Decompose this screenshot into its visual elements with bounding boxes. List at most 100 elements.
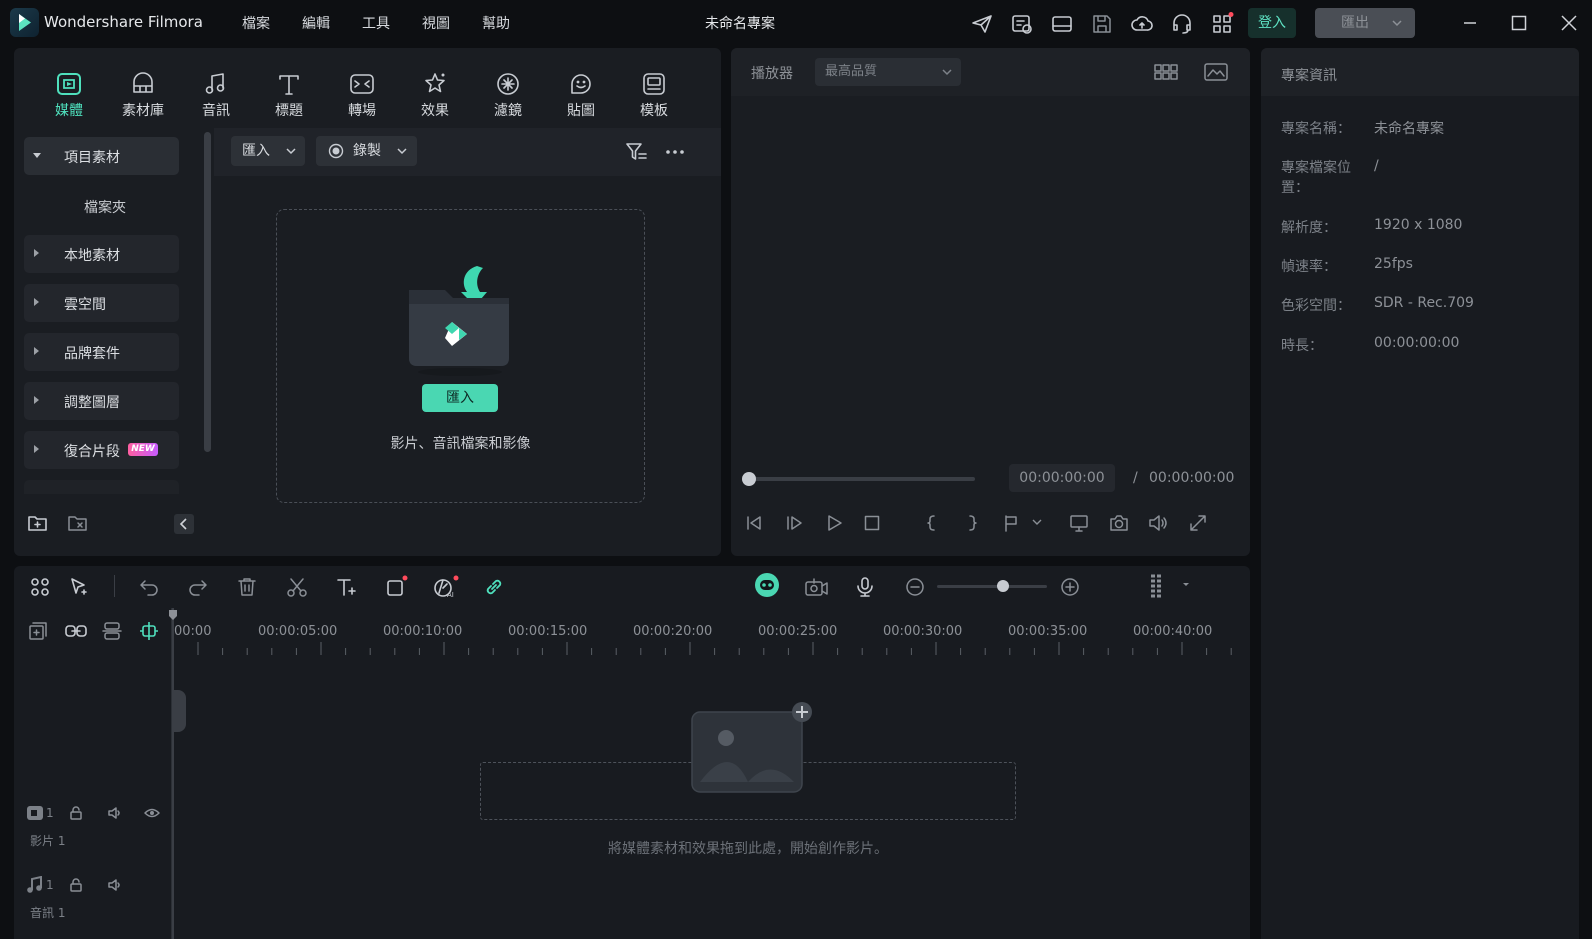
apps-grid-icon[interactable] bbox=[1210, 12, 1234, 36]
add-marker-icon[interactable] bbox=[1001, 512, 1023, 534]
support-headset-icon[interactable] bbox=[1170, 12, 1194, 36]
track-resize-handle[interactable] bbox=[172, 690, 186, 732]
link-icon[interactable] bbox=[482, 575, 506, 599]
tab-transitions-label: 轉場 bbox=[348, 103, 376, 119]
timeline-ruler[interactable]: 00:00 00:00:05:00 00:00:10:00 00:00:15:0… bbox=[174, 608, 1250, 660]
record-dropdown[interactable]: 錄製 bbox=[316, 136, 417, 166]
snap-magnet-icon[interactable] bbox=[138, 620, 160, 642]
zoom-slider-track[interactable] bbox=[937, 585, 1047, 588]
eye-visibility-icon[interactable] bbox=[144, 805, 160, 821]
sidebar-item-adjustment-layer[interactable]: 調整圖層 bbox=[24, 382, 179, 420]
tab-transitions[interactable]: 轉場 bbox=[331, 70, 393, 120]
undo-icon[interactable] bbox=[137, 575, 161, 599]
snapshot-image-icon[interactable] bbox=[1203, 61, 1229, 83]
lock-track-icon[interactable] bbox=[68, 805, 84, 821]
select-tool-icon[interactable] bbox=[67, 575, 91, 599]
stop-icon[interactable] bbox=[861, 512, 883, 534]
tab-templates[interactable]: 模板 bbox=[623, 70, 685, 120]
zoom-out-icon[interactable] bbox=[903, 575, 927, 599]
layout-icon[interactable] bbox=[1050, 12, 1074, 36]
ruler-label: 00:00:10:00 bbox=[383, 624, 463, 639]
transition-icon bbox=[350, 74, 374, 94]
auto-reframe-icon[interactable] bbox=[803, 575, 829, 599]
chevron-down-icon[interactable] bbox=[1031, 516, 1043, 528]
zoom-slider-handle[interactable] bbox=[997, 580, 1009, 592]
mute-track-icon[interactable] bbox=[107, 877, 123, 893]
toolbar-divider bbox=[114, 575, 115, 597]
quality-dropdown[interactable]: 最高品質 bbox=[815, 58, 961, 86]
ai-speed-icon[interactable]: AI bbox=[433, 575, 459, 599]
new-folder-icon[interactable] bbox=[27, 512, 49, 534]
delete-icon[interactable] bbox=[235, 575, 259, 599]
menu-file[interactable]: 檔案 bbox=[242, 13, 270, 33]
mark-in-icon[interactable] bbox=[921, 512, 943, 534]
sidebar-item-local-media[interactable]: 本地素材 bbox=[24, 235, 179, 273]
sidebar-item-project-media[interactable]: 項目素材 bbox=[24, 137, 179, 175]
info-header-title: 專案資訊 bbox=[1281, 68, 1337, 84]
import-button[interactable]: 匯入 bbox=[422, 384, 498, 412]
import-dropdown[interactable]: 匯入 bbox=[231, 136, 305, 166]
lock-track-icon[interactable] bbox=[68, 877, 84, 893]
export-button[interactable]: 匯出 bbox=[1315, 8, 1415, 38]
fullscreen-icon[interactable] bbox=[1187, 512, 1209, 534]
volume-icon[interactable] bbox=[1147, 512, 1169, 534]
tab-stickers[interactable]: 貼圖 bbox=[550, 70, 612, 120]
filter-sort-icon[interactable] bbox=[624, 140, 648, 164]
history-icon[interactable] bbox=[1010, 12, 1034, 36]
split-scissors-icon[interactable] bbox=[285, 575, 309, 599]
track-layout-icon[interactable] bbox=[1146, 572, 1168, 602]
track-manager-icon[interactable] bbox=[101, 620, 123, 642]
zoom-in-icon[interactable] bbox=[1058, 575, 1082, 599]
add-track-icon[interactable] bbox=[27, 620, 49, 642]
crop-shape-icon[interactable] bbox=[384, 575, 408, 599]
grid-view-icon[interactable] bbox=[1153, 61, 1179, 83]
tab-effects[interactable]: 效果 bbox=[404, 70, 466, 120]
ai-copilot-icon[interactable] bbox=[753, 571, 781, 599]
collapse-sidebar-button[interactable] bbox=[174, 514, 194, 534]
mute-track-icon[interactable] bbox=[107, 805, 123, 821]
sidebar-item-cloud[interactable]: 雲空間 bbox=[24, 284, 179, 322]
sidebar-item-folder[interactable]: 檔案夾 bbox=[84, 197, 126, 217]
project-info-panel: 專案資訊 專案名稱： 未命名專案 專案檔案位置： / 解析度： 1920 x 1… bbox=[1261, 48, 1579, 939]
playback-progress-handle[interactable] bbox=[742, 472, 756, 486]
display-settings-icon[interactable] bbox=[1068, 512, 1090, 534]
tab-titles[interactable]: 標題 bbox=[258, 70, 320, 120]
play-icon[interactable] bbox=[823, 512, 845, 534]
add-text-icon[interactable] bbox=[334, 575, 358, 599]
maximize-icon[interactable] bbox=[1508, 12, 1530, 34]
delete-folder-icon[interactable] bbox=[67, 512, 89, 534]
playback-progress-track[interactable] bbox=[749, 477, 975, 481]
layout-modules-icon[interactable] bbox=[28, 575, 52, 599]
redo-icon[interactable] bbox=[186, 575, 210, 599]
playhead[interactable] bbox=[172, 608, 174, 939]
previous-frame-icon[interactable] bbox=[743, 512, 765, 534]
menu-tools[interactable]: 工具 bbox=[362, 13, 390, 33]
minimize-icon[interactable] bbox=[1459, 12, 1481, 34]
microphone-icon[interactable] bbox=[853, 575, 877, 599]
next-frame-icon[interactable] bbox=[783, 512, 805, 534]
camera-snapshot-icon[interactable] bbox=[1108, 512, 1130, 534]
info-label-name: 專案名稱： bbox=[1281, 121, 1351, 137]
sidebar-item-compound-clip[interactable]: 復合片段 NEW bbox=[24, 431, 179, 469]
link-clips-icon[interactable] bbox=[64, 620, 88, 642]
tab-audio[interactable]: 音訊 bbox=[185, 70, 247, 120]
close-icon[interactable] bbox=[1558, 12, 1580, 34]
sidebar-item-brand-kit[interactable]: 品牌套件 bbox=[24, 333, 179, 371]
tab-filters[interactable]: 濾鏡 bbox=[477, 70, 539, 120]
send-feedback-icon[interactable] bbox=[970, 12, 994, 36]
more-options-icon[interactable] bbox=[663, 140, 687, 164]
sidebar-scrollbar[interactable] bbox=[204, 132, 211, 452]
cloud-upload-icon[interactable] bbox=[1130, 12, 1154, 36]
tab-media[interactable]: 媒體 bbox=[38, 70, 100, 120]
ruler-label: 00:00:20:00 bbox=[633, 624, 713, 639]
mark-out-icon[interactable] bbox=[961, 512, 983, 534]
menu-edit[interactable]: 編輯 bbox=[302, 13, 330, 33]
menu-help[interactable]: 幫助 bbox=[482, 13, 510, 33]
menu-view[interactable]: 視圖 bbox=[422, 13, 450, 33]
chevron-down-icon[interactable] bbox=[1180, 578, 1192, 590]
login-button[interactable]: 登入 bbox=[1248, 8, 1296, 38]
save-icon[interactable] bbox=[1090, 12, 1114, 36]
tab-stock-library[interactable]: 素材庫 bbox=[112, 70, 174, 120]
sidebar-item-label: 品牌套件 bbox=[64, 346, 120, 362]
info-value-framerate: 25fps bbox=[1374, 256, 1413, 272]
